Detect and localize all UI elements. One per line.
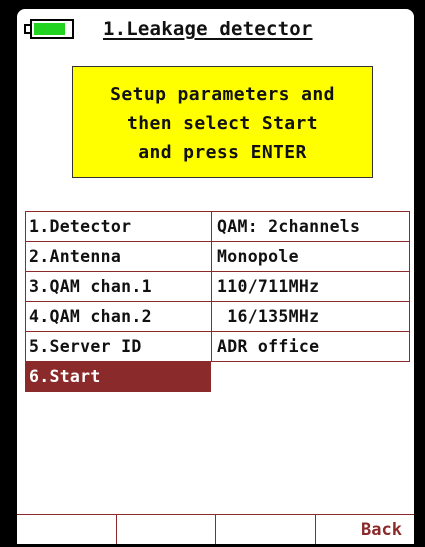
screen: 1.Leakage detector Setup parameters and … [17,9,414,544]
header: 1.Leakage detector [17,9,414,49]
start-value-empty [211,362,410,392]
parameter-table: 1.Detector QAM: 2channels 2.Antenna Mono… [25,211,414,392]
battery-level [34,23,65,35]
param-row-qam-chan-2[interactable]: 4.QAM chan.2 16/135MHz [25,302,414,332]
param-row-server-id[interactable]: 5.Server ID ADR office [25,332,414,362]
instruction-line: and press ENTER [138,141,307,163]
back-button[interactable]: Back [314,515,415,544]
param-row-antenna[interactable]: 2.Antenna Monopole [25,242,414,272]
page-title: 1.Leakage detector [103,18,313,40]
instruction-line: then select Start [126,112,319,134]
param-label: 5.Server ID [25,332,211,362]
param-row-detector[interactable]: 1.Detector QAM: 2channels [25,211,414,242]
softkey-3[interactable] [215,515,315,544]
battery-body [30,19,74,39]
start-item[interactable]: 6.Start [25,362,414,392]
battery-icon [24,19,80,39]
param-label: 1.Detector [25,211,211,242]
param-row-qam-chan-1[interactable]: 3.QAM chan.1 110/711MHz [25,272,414,302]
softkey-1[interactable] [17,515,116,544]
param-label: 4.QAM chan.2 [25,302,211,332]
param-value[interactable]: 16/135MHz [211,302,410,332]
param-label: 2.Antenna [25,242,211,272]
instruction-box: Setup parameters and then select Start a… [72,66,373,178]
device-frame: 1.Leakage detector Setup parameters and … [0,0,425,547]
start-label[interactable]: 6.Start [25,362,211,392]
softkey-bar: Back [17,514,414,544]
param-value[interactable]: 110/711MHz [211,272,410,302]
softkey-2[interactable] [115,515,216,544]
param-value[interactable]: Monopole [211,242,410,272]
param-label: 3.QAM chan.1 [25,272,211,302]
param-value[interactable]: QAM: 2channels [211,211,410,242]
instruction-line: Setup parameters and [110,83,335,105]
param-value[interactable]: ADR office [211,332,410,362]
